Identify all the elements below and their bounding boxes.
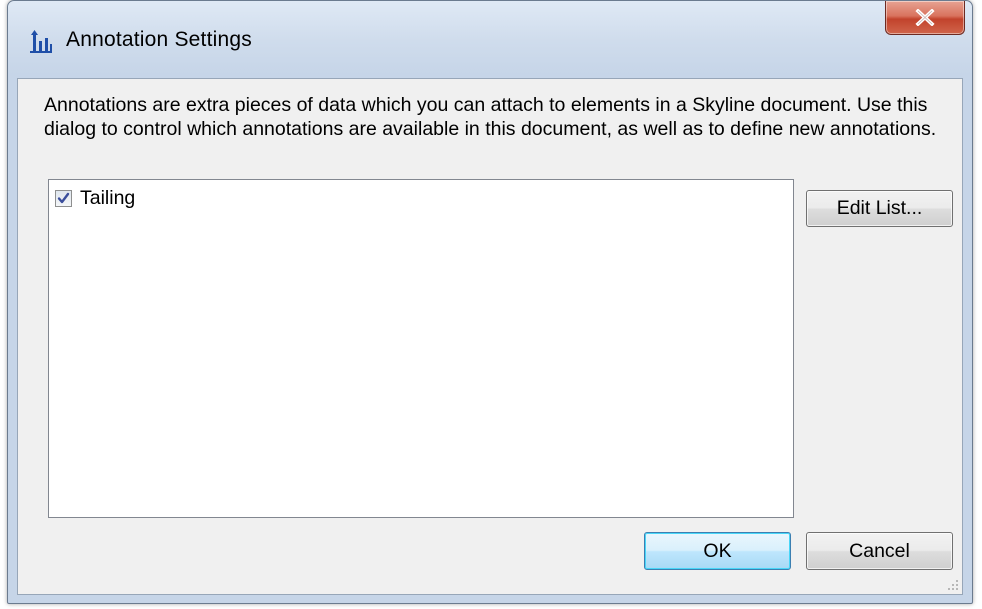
close-icon	[915, 9, 935, 26]
annotation-checkbox[interactable]	[55, 189, 72, 207]
checkmark-icon	[57, 192, 70, 203]
skyline-chart-icon	[28, 29, 54, 53]
ok-button[interactable]: OK	[644, 532, 791, 570]
window-title: Annotation Settings	[66, 28, 252, 51]
dialog-body: Annotations are extra pieces of data whi…	[17, 78, 963, 595]
annotation-settings-dialog: Annotation Settings Annotations are extr…	[7, 0, 973, 604]
close-button[interactable]	[885, 1, 965, 35]
title-bar[interactable]: Annotation Settings	[8, 1, 972, 79]
dialog-description: Annotations are extra pieces of data whi…	[44, 94, 937, 140]
annotation-label: Tailing	[80, 186, 136, 209]
resize-grip-icon[interactable]	[945, 577, 959, 591]
edit-list-button[interactable]: Edit List...	[806, 190, 953, 227]
list-item[interactable]: Tailing	[55, 186, 135, 210]
cancel-button[interactable]: Cancel	[806, 532, 953, 570]
annotations-list[interactable]: Tailing	[48, 179, 794, 518]
